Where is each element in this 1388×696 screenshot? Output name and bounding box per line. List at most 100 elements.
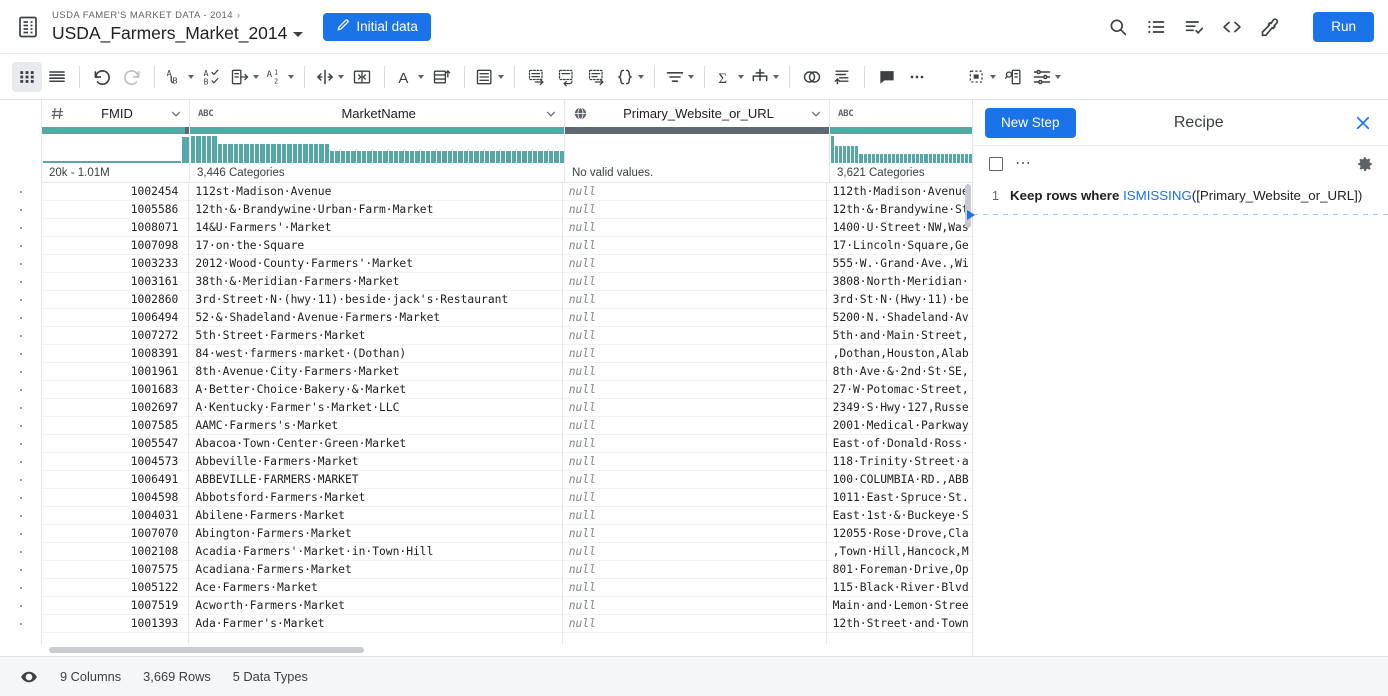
chevron-down-icon[interactable] — [293, 32, 303, 37]
row-marker[interactable] — [0, 291, 41, 309]
cell-url[interactable]: null — [563, 489, 826, 507]
row-marker[interactable] — [0, 561, 41, 579]
cell-fmid[interactable]: 1002697 — [42, 399, 188, 417]
list-view-icon[interactable] — [42, 62, 72, 92]
chevron-down-icon[interactable] — [809, 108, 823, 120]
select-all-steps-checkbox[interactable] — [989, 157, 1003, 171]
cell-marketname[interactable]: Abacoa·Town·Center·Green·Market — [189, 435, 561, 453]
recipe-step[interactable]: 1 Keep rows where ISMISSING([Primary_Web… — [973, 182, 1388, 215]
row-marker[interactable] — [0, 237, 41, 255]
cell-street[interactable]: East·of·Donald·Ross· — [827, 435, 972, 453]
cell-marketname[interactable]: 3rd·Street·N·(hwy·11)·beside·jack's·Rest… — [189, 291, 561, 309]
json-braces-icon[interactable] — [612, 62, 647, 92]
grid-view-icon[interactable] — [12, 62, 42, 92]
column-header-street[interactable]: ABC 3,621 Categories — [829, 100, 972, 183]
duplicate-rows-icon[interactable] — [552, 62, 582, 92]
cell-fmid[interactable]: 1007272 — [42, 327, 188, 345]
cell-marketname[interactable]: 17·on·the·Square — [189, 237, 561, 255]
cell-marketname[interactable]: 14&U·Farmers'·Market — [189, 219, 561, 237]
cell-marketname[interactable]: Abbeville·Farmers·Market — [189, 453, 561, 471]
cell-street[interactable]: 8th·Ave·&·2nd·St·SE, — [827, 363, 972, 381]
row-marker[interactable] — [0, 327, 41, 345]
cell-marketname[interactable]: Ace·Farmers·Market — [189, 579, 561, 597]
close-icon[interactable] — [1352, 114, 1374, 132]
split-column-icon[interactable] — [312, 62, 347, 92]
cell-street[interactable]: 555·W.·Grand·Ave.,Wi — [827, 255, 972, 273]
merge-column-icon[interactable] — [347, 62, 377, 92]
cell-fmid[interactable]: 1007070 — [42, 525, 188, 543]
cell-marketname[interactable]: 84·west·farmers·market·(Dothan) — [189, 345, 561, 363]
undo-icon[interactable] — [87, 62, 117, 92]
gear-icon[interactable] — [1356, 155, 1374, 173]
row-marker[interactable] — [0, 453, 41, 471]
cell-street[interactable]: 100·COLUMBIA·RD.,ABB — [827, 471, 972, 489]
cell-marketname[interactable]: 52·&·Shadeland·Avenue·Farmers·Market — [189, 309, 561, 327]
cell-fmid[interactable]: 1005586 — [42, 201, 188, 219]
cell-url[interactable]: null — [563, 327, 826, 345]
column-header-marketname[interactable]: ABC MarketName 3,446 Categories — [189, 100, 564, 183]
settings-sliders-icon[interactable] — [1029, 62, 1064, 92]
cell-marketname[interactable]: 112st·Madison·Avenue — [189, 183, 561, 201]
row-marker[interactable] — [0, 417, 41, 435]
cell-street[interactable]: 2349·S·Hwy·127,Russe — [827, 399, 972, 417]
chevron-down-icon[interactable] — [169, 108, 183, 120]
cell-street[interactable]: 12th·&·Brandywine·St — [827, 201, 972, 219]
cell-street[interactable]: 3808·North·Meridian· — [827, 273, 972, 291]
cell-street[interactable]: 3rd·St·N·(Hwy·11)·be — [827, 291, 972, 309]
row-marker[interactable] — [0, 273, 41, 291]
cell-street[interactable]: ,Dothan,Houston,Alab — [827, 345, 972, 363]
eye-icon[interactable] — [20, 668, 38, 686]
cell-street[interactable]: 1011·East·Spruce·St. — [827, 489, 972, 507]
row-marker[interactable] — [0, 435, 41, 453]
horizontal-scrollbar[interactable] — [41, 644, 972, 656]
cell-fmid[interactable]: 1007519 — [42, 597, 188, 615]
cell-marketname[interactable]: Acadia·Farmers'·Market·in·Town·Hill — [189, 543, 561, 561]
row-marker[interactable] — [0, 597, 41, 615]
row-marker[interactable] — [0, 471, 41, 489]
column-header-fmid[interactable]: FMID 20k - 1.01M — [41, 100, 189, 183]
cell-marketname[interactable]: Acworth·Farmers·Market — [189, 597, 561, 615]
cell-street[interactable]: 115·Black·River·Blvd — [827, 579, 972, 597]
cell-url[interactable]: null — [563, 471, 826, 489]
cell-marketname[interactable]: ABBEVILLE·FARMERS·MARKET — [189, 471, 561, 489]
cell-marketname[interactable]: AAMC·Farmers's·Market — [189, 417, 561, 435]
cell-fmid[interactable]: 1004598 — [42, 489, 188, 507]
cell-marketname[interactable]: Acadiana·Farmers·Market — [189, 561, 561, 579]
row-marker[interactable] — [0, 363, 41, 381]
cell-street[interactable]: 801·Foreman·Drive,Op — [827, 561, 972, 579]
row-marker[interactable] — [0, 345, 41, 363]
cell-fmid[interactable]: 1001961 — [42, 363, 188, 381]
chevron-down-icon[interactable] — [544, 108, 558, 120]
cell-marketname[interactable]: Abington·Farmers·Market — [189, 525, 561, 543]
cell-fmid[interactable]: 1002860 — [42, 291, 188, 309]
cell-fmid[interactable]: 1002454 — [42, 183, 188, 201]
union-icon[interactable] — [827, 62, 857, 92]
cell-street[interactable]: 27·W·Potomac·Street, — [827, 381, 972, 399]
row-marker[interactable] — [0, 381, 41, 399]
cell-marketname[interactable]: A·Kentucky·Farmer's·Market·LLC — [189, 399, 561, 417]
cell-street[interactable]: 112th·Madison·Avenue — [827, 183, 972, 201]
code-brackets-icon[interactable] — [1221, 16, 1243, 38]
cell-url[interactable]: null — [563, 435, 826, 453]
cell-marketname[interactable]: Ada·Farmer's·Market — [189, 615, 561, 633]
comment-icon[interactable] — [872, 62, 902, 92]
delete-rows-icon[interactable] — [522, 62, 552, 92]
cell-url[interactable]: null — [563, 417, 826, 435]
select-region-icon[interactable] — [964, 62, 999, 92]
row-marker[interactable] — [0, 183, 41, 201]
keep-rows-icon[interactable] — [582, 62, 612, 92]
sort-icon[interactable] — [662, 62, 697, 92]
cell-marketname[interactable]: Abilene·Farmers·Market — [189, 507, 561, 525]
cell-fmid[interactable]: 1007098 — [42, 237, 188, 255]
cell-fmid[interactable]: 1007575 — [42, 561, 188, 579]
cell-marketname[interactable]: 12th·&·Brandywine·Urban·Farm·Market — [189, 201, 561, 219]
page-title[interactable]: USDA_Farmers_Market_2014 — [52, 22, 303, 44]
cell-fmid[interactable]: 1004573 — [42, 453, 188, 471]
cell-street[interactable]: 118·Trinity·Street·a — [827, 453, 972, 471]
cell-url[interactable]: null — [563, 273, 826, 291]
cell-marketname[interactable]: Abbotsford·Farmers·Market — [189, 489, 561, 507]
pivot-icon[interactable] — [747, 62, 782, 92]
breadcrumb[interactable]: USDA FAMER'S MARKET DATA - 2014 › — [52, 9, 303, 22]
cell-street[interactable]: 12th·Street·and·Town — [827, 615, 972, 633]
cell-fmid[interactable]: 1005547 — [42, 435, 188, 453]
